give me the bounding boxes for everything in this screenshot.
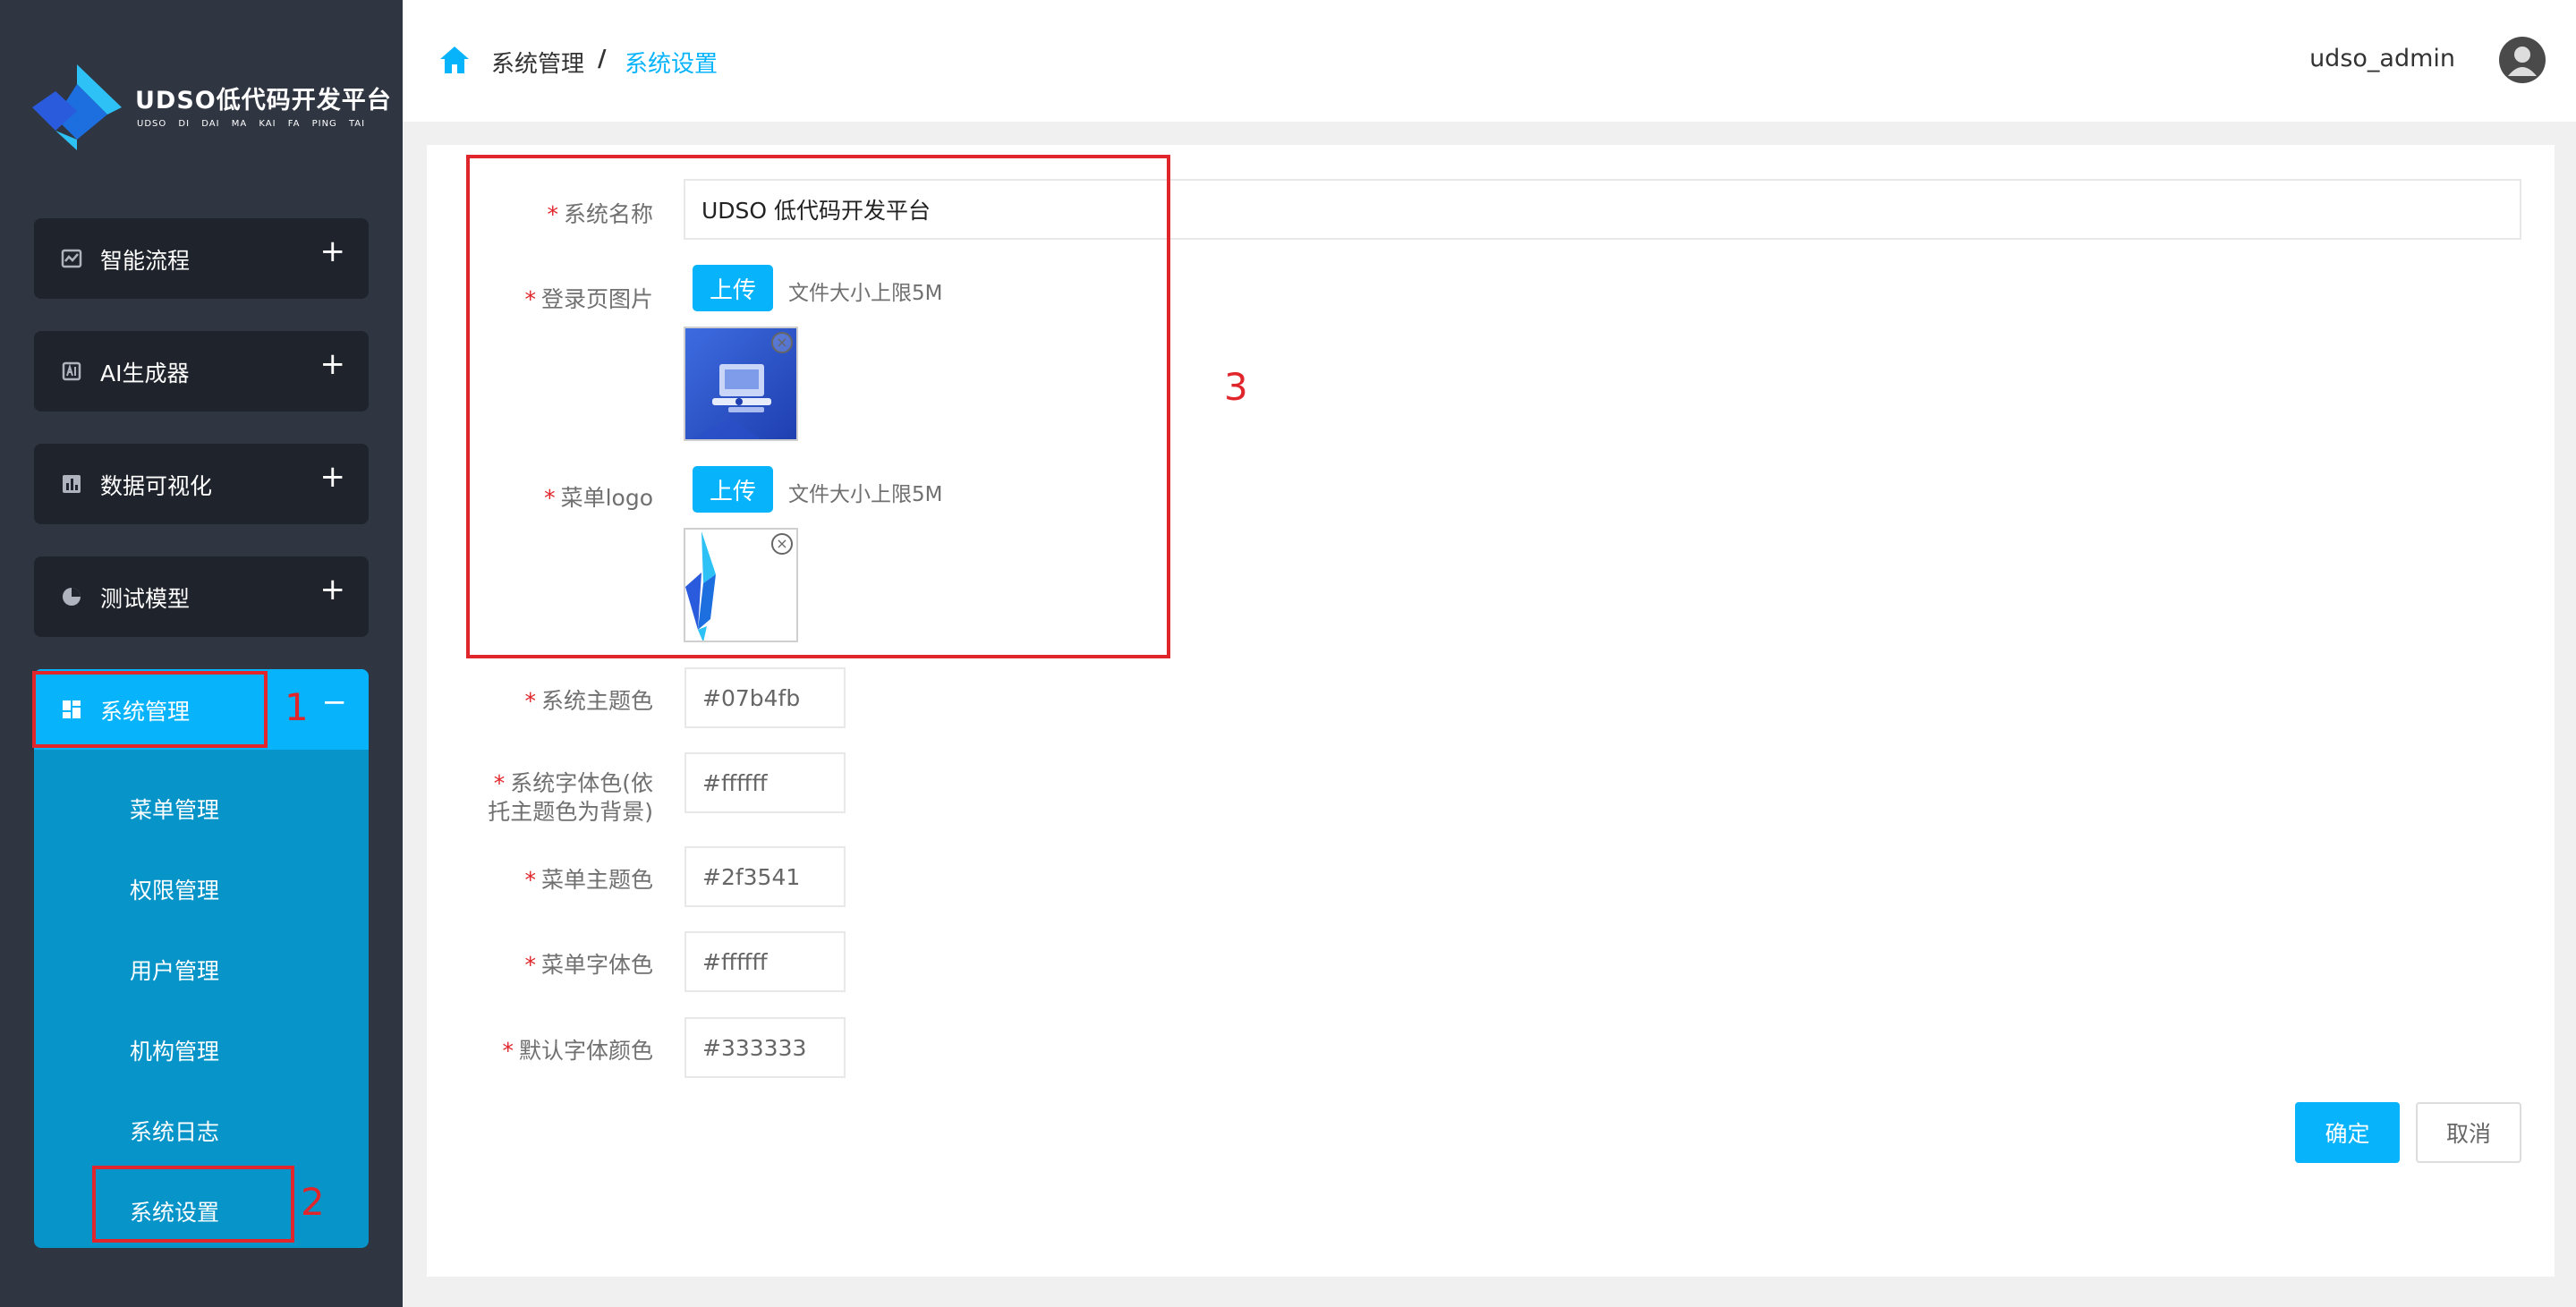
system-font-color-input[interactable]: #ffffff [684,752,846,813]
menu-theme-color-label: * 菜单主题色 [524,867,653,893]
cancel-button[interactable]: 取消 [2416,1102,2521,1163]
sidebar-item-workflow[interactable]: 智能流程 + [34,218,369,299]
top-bar: 系统管理 / 系统设置 udso_admin [403,0,2576,122]
confirm-button[interactable]: 确定 [2295,1102,2400,1163]
plus-icon[interactable]: + [320,349,346,379]
pie-chart-icon [63,588,81,606]
annotation-number-2: 2 [301,1180,325,1224]
menu-theme-color-input[interactable]: #2f3541 [684,846,846,907]
brand-title: UDSO低代码开发平台 [135,87,392,115]
plus-icon[interactable]: + [320,574,346,605]
required-star-icon: * [502,1038,514,1064]
sidebar: UDSO低代码开发平台 UDSO DI DAI MA KAI FA PING T… [0,0,403,1307]
system-font-color-label: * 系统字体色(依托主题色为背景) [488,770,653,825]
bar-chart-icon [63,475,81,493]
required-star-icon: * [524,688,536,714]
sidebar-item-label: 数据可视化 [100,473,213,499]
ai-generator-icon [62,361,81,381]
plus-icon[interactable]: + [320,462,346,492]
annotation-box-3 [466,155,1170,658]
required-star-icon: * [524,867,536,893]
sidebar-group-system-management: 系统管理 − 菜单管理 权限管理 用户管理 机构管理 系统日志 系统设置 [34,669,369,1248]
home-icon[interactable] [438,45,471,75]
sidebar-item-label: AI生成器 [100,361,190,386]
sidebar-subitem-menu-management[interactable]: 菜单管理 [130,793,219,825]
username: udso_admin [2309,45,2455,72]
default-font-color-input[interactable]: #333333 [684,1017,846,1078]
sidebar-item-label: 智能流程 [100,248,191,274]
brand-subtitle: UDSO DI DAI MA KAI FA PING TAI [137,119,366,129]
brand-logo: UDSO低代码开发平台 UDSO DI DAI MA KAI FA PING T… [32,63,391,152]
plus-icon[interactable]: + [320,236,346,267]
sidebar-subitem-permission-management[interactable]: 权限管理 [130,873,219,905]
system-theme-color-label: * 系统主题色 [524,688,653,714]
sidebar-subitem-org-management[interactable]: 机构管理 [130,1034,219,1066]
annotation-box-1 [32,671,268,748]
menu-font-color-label: * 菜单字体色 [524,952,653,978]
required-star-icon: * [493,770,506,796]
workflow-icon [61,249,82,268]
annotation-box-2 [92,1166,294,1243]
sidebar-item-test-model[interactable]: 测试模型 + [34,556,369,637]
default-font-color-label: * 默认字体颜色 [502,1038,653,1064]
brand-logo-icon [32,64,122,150]
menu-font-color-input[interactable]: #ffffff [684,931,846,992]
breadcrumb-item-system-settings: 系统设置 [625,51,718,78]
required-star-icon: * [524,952,536,978]
breadcrumb-item-system-management[interactable]: 系统管理 [491,46,584,79]
system-theme-color-input[interactable]: #07b4fb [684,667,846,728]
avatar[interactable] [2499,37,2546,83]
breadcrumb-separator: / [598,46,607,72]
user-icon [2508,47,2537,76]
sidebar-item-ai-generator[interactable]: AI生成器 + [34,331,369,412]
annotation-number-1: 1 [285,685,309,729]
sidebar-subitem-user-management[interactable]: 用户管理 [130,954,219,986]
annotation-number-3: 3 [1224,365,1248,409]
sidebar-item-data-visualization[interactable]: 数据可视化 + [34,444,369,524]
minus-icon[interactable]: − [322,687,348,717]
sidebar-item-label: 测试模型 [100,586,191,612]
sidebar-subitem-system-log[interactable]: 系统日志 [130,1115,219,1147]
